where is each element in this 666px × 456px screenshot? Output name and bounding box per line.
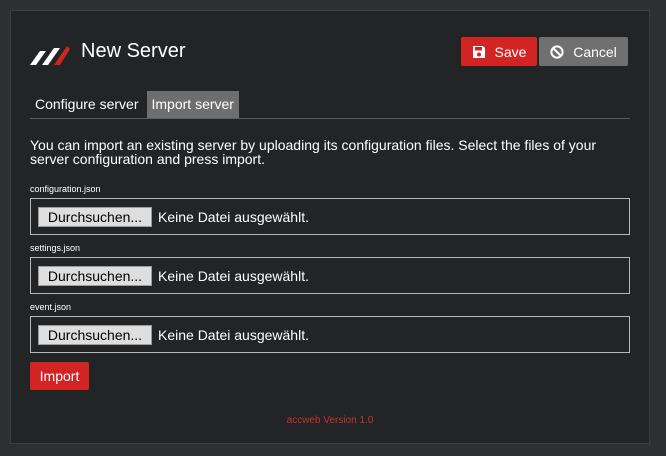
save-label: Save [494,43,527,60]
settings-json-label: settings.json [30,243,81,253]
save-button[interactable]: Save [461,37,537,66]
tab-divider [30,118,630,119]
floppy-disk-icon [472,45,485,58]
browse-button[interactable]: Durchsuchen... [38,206,152,227]
import-button[interactable]: Import [30,362,89,390]
cancel-button[interactable]: Cancel [539,37,628,66]
tab-import-server[interactable]: Import server [146,91,239,118]
page-title: New Server [81,40,186,62]
ban-icon [550,44,564,59]
configuration-json-file-input[interactable]: Durchsuchen... Keine Datei ausgewählt. [30,198,630,235]
file-status: Keine Datei ausgewählt. [158,326,309,343]
file-status: Keine Datei ausgewählt. [158,267,309,284]
import-instructions: You can import an existing server by upl… [30,137,597,167]
cancel-label: Cancel [573,43,617,60]
configuration-json-label: configuration.json [30,184,101,194]
tab-configure-server[interactable]: Configure server [30,91,144,118]
tab-bar: Configure server Import server [30,91,239,118]
settings-json-file-input[interactable]: Durchsuchen... Keine Datei ausgewählt. [30,257,630,294]
app-logo [30,46,70,65]
file-status: Keine Datei ausgewählt. [158,208,309,225]
browse-button[interactable]: Durchsuchen... [38,265,152,286]
version-footer: accweb Version 1.0 [286,415,374,426]
browse-button[interactable]: Durchsuchen... [38,324,152,345]
event-json-file-input[interactable]: Durchsuchen... Keine Datei ausgewählt. [30,316,630,353]
event-json-label: event.json [30,302,72,312]
main-panel: New Server Save Cancel Configure server … [10,10,650,444]
